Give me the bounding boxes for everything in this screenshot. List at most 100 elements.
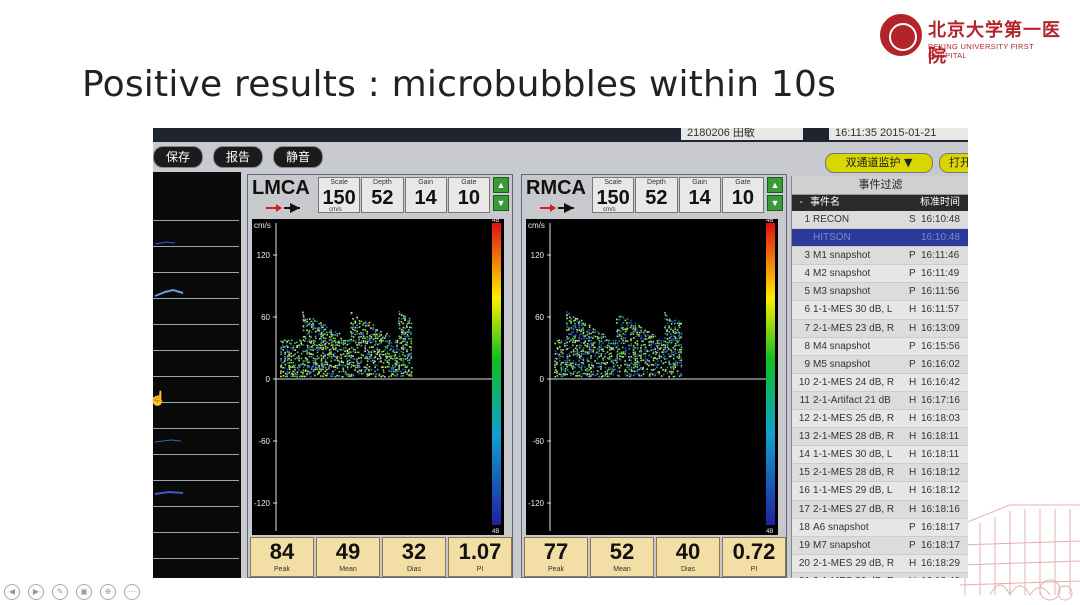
spectrum-dot xyxy=(576,331,578,333)
event-row[interactable]: 18 A6 snapshot P 16:18:17 xyxy=(792,518,968,537)
event-row[interactable]: 6 1-1-MES 30 dB, L H 16:11:57 xyxy=(792,301,968,320)
pen-icon[interactable]: ✎ xyxy=(52,584,68,600)
event-row[interactable]: 20 2-1-MES 29 dB, R H 16:18:29 xyxy=(792,554,968,573)
spectrum-dot xyxy=(588,375,591,378)
spectrum-dot xyxy=(600,363,602,366)
spectrum-dot xyxy=(334,344,337,347)
slides-icon[interactable]: ▣ xyxy=(76,584,92,600)
mute-button[interactable]: 静音 xyxy=(273,146,323,168)
spectrum-dot xyxy=(566,365,568,368)
event-row[interactable]: 11 2-1-Artifact 21 dB H 16:17:16 xyxy=(792,392,968,411)
spectrum-dot xyxy=(286,357,289,359)
spectrum-dot xyxy=(330,338,332,341)
depth-param[interactable]: Depth 52 xyxy=(361,177,404,213)
mode-dropdown[interactable]: 双通道监护 ▼ xyxy=(825,153,933,173)
more-icon[interactable]: ⋯ xyxy=(124,584,140,600)
zoom-icon[interactable]: ⊕ xyxy=(100,584,116,600)
spectrum-dot xyxy=(344,350,346,352)
channel-stats: 84 Peak 49 Mean 32 Dias 1.07 PI xyxy=(250,537,512,577)
event-row[interactable]: 14 1-1-MES 30 dB, L H 16:18:11 xyxy=(792,446,968,465)
spectrum-dot xyxy=(284,360,286,362)
event-row[interactable]: 19 M7 snapshot P 16:18:17 xyxy=(792,537,968,555)
spectrum-dot xyxy=(606,346,609,349)
event-row[interactable]: 13 2-1-MES 28 dB, R H 16:18:11 xyxy=(792,428,968,447)
event-row[interactable]: HITSON 16:10:48 xyxy=(792,229,968,248)
event-type: H xyxy=(909,485,917,497)
spectrum-dot xyxy=(604,339,606,342)
chevron-up-icon[interactable]: ▲ xyxy=(767,177,783,193)
event-row[interactable]: 4 M2 snapshot P 16:11:49 xyxy=(792,265,968,284)
spectrum-dot xyxy=(326,361,329,364)
spectrum-dot xyxy=(406,335,408,338)
next-icon[interactable]: ▶ xyxy=(28,584,44,600)
spectrum-dot xyxy=(324,345,327,348)
gain-param[interactable]: Gain 14 xyxy=(404,177,447,213)
event-type: H xyxy=(909,431,917,443)
event-row[interactable]: 8 M4 snapshot P 16:15:56 xyxy=(792,337,968,356)
event-row[interactable]: 15 2-1-MES 28 dB, R H 16:18:12 xyxy=(792,464,968,483)
spectrum-dot xyxy=(408,326,411,329)
event-row[interactable]: 212-1-MES 30 dB, RH16:18:42 xyxy=(792,573,968,578)
save-button[interactable]: 保存 xyxy=(153,146,203,168)
scale-param[interactable]: Scale 150 cm/s xyxy=(592,177,635,213)
event-row[interactable]: 7 2-1-MES 23 dB, R H 16:13:09 xyxy=(792,320,968,338)
spectrum-dot xyxy=(556,352,559,355)
column-event-name[interactable]: 事件名 xyxy=(810,195,920,211)
report-button[interactable]: 报告 xyxy=(213,146,263,168)
spectrum-dot xyxy=(370,368,373,371)
spectrum-dot xyxy=(396,344,398,347)
scale-param[interactable]: Scale 150 cm/s xyxy=(318,177,361,213)
event-row[interactable]: 10 2-1-MES 24 dB, R H 16:16:42 xyxy=(792,373,968,392)
spectrum-dot xyxy=(290,339,293,342)
event-name: HITSON xyxy=(813,232,851,244)
gate-param[interactable]: Gate 10 xyxy=(721,177,764,213)
event-row[interactable]: 17 2-1-MES 27 dB, R H 16:18:16 xyxy=(792,501,968,519)
spectrum-dot xyxy=(368,351,370,353)
chevron-down-icon[interactable]: ▼ xyxy=(493,195,509,211)
event-row[interactable]: 16 1-1-MES 29 dB, L H 16:18:12 xyxy=(792,482,968,501)
spectrum-dot xyxy=(324,348,327,350)
spectrum-dot xyxy=(408,331,410,333)
spectrum-dot xyxy=(392,364,394,367)
spectrum-dot xyxy=(556,375,559,377)
collapse-icon[interactable]: - xyxy=(792,195,810,211)
spectrum-dot xyxy=(382,369,385,371)
spectrum-dot xyxy=(622,321,625,324)
prev-icon[interactable]: ◀ xyxy=(4,584,20,600)
chevron-up-icon[interactable]: ▲ xyxy=(493,177,509,193)
spectrum-dot xyxy=(378,332,381,335)
event-row[interactable]: 3 M1 snapshot P 16:11:46 xyxy=(792,247,968,266)
spectrum-dot xyxy=(396,348,398,350)
event-row[interactable]: 12 2-1-MES 25 dB, R H 16:18:03 xyxy=(792,410,968,429)
event-row[interactable]: 1 RECON S 16:10:48 xyxy=(792,211,968,230)
event-row[interactable]: 5 M3 snapshot P 16:11:56 xyxy=(792,283,968,302)
gain-param[interactable]: Gain 14 xyxy=(678,177,721,213)
chevron-down-icon[interactable]: ▼ xyxy=(767,195,783,211)
spectrum-dot xyxy=(332,340,335,343)
next-button[interactable]: 打开 xyxy=(939,153,968,173)
spectrum-dot xyxy=(638,368,641,371)
tick-label: 120 xyxy=(531,251,545,260)
spectrum-dot xyxy=(576,372,579,374)
spectrum-dot xyxy=(280,348,282,350)
spectrum-dot xyxy=(374,353,377,355)
spectrum-dot xyxy=(566,363,568,366)
spectrum-dot xyxy=(290,372,293,375)
spectrum-dot xyxy=(310,368,313,370)
spectrum-dot xyxy=(334,352,336,355)
event-row[interactable]: 9 M5 snapshot P 16:16:02 xyxy=(792,356,968,374)
spectrum-dot xyxy=(636,340,639,342)
gate-param[interactable]: Gate 10 xyxy=(447,177,490,213)
spectrum-dot xyxy=(640,344,643,347)
spectrum-dot xyxy=(326,353,329,356)
spectrum-dot xyxy=(400,370,402,373)
depth-param[interactable]: Depth 52 xyxy=(635,177,678,213)
spectrum-dot xyxy=(624,363,626,366)
spectrum-dot xyxy=(676,372,679,375)
spectrum-dot xyxy=(572,325,574,327)
spectrum-dot xyxy=(292,349,294,351)
column-time[interactable]: 标准时间 xyxy=(920,195,960,211)
spectrum-dot xyxy=(582,372,585,375)
spectrum-dot xyxy=(574,370,577,373)
spectrum-dot xyxy=(280,372,282,375)
